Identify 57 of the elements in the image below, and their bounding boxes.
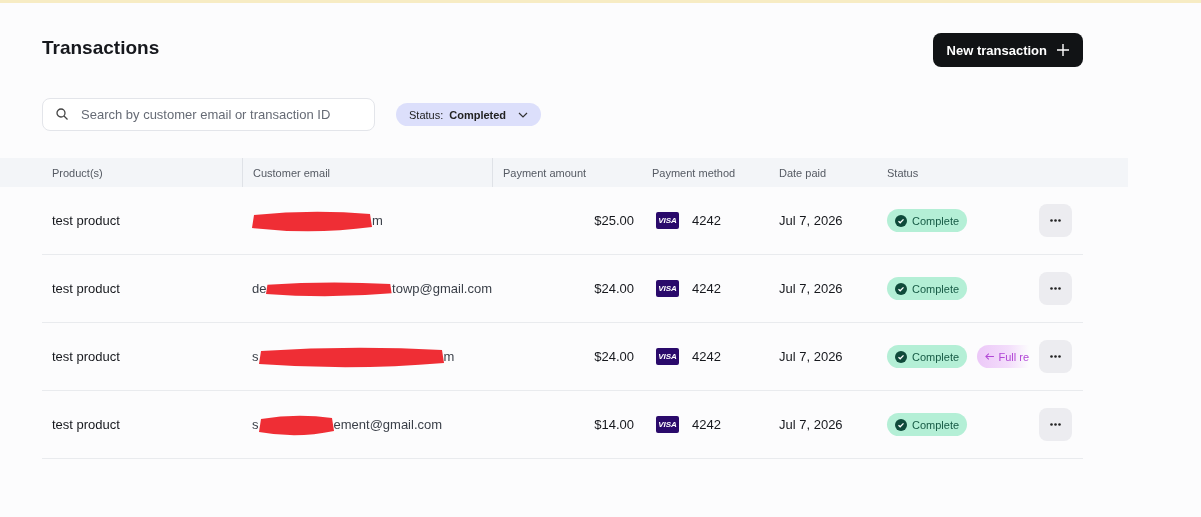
email-text: s [252,349,259,364]
product-cell-text: test product [51,281,121,296]
column-header: Date paid [779,166,827,179]
more-button[interactable] [1039,204,1072,237]
more-button[interactable] [1039,408,1072,441]
search-field[interactable]: Search by customer email or transaction ID [42,98,375,131]
date-cell-text: Jul 7, 2026 [778,213,844,228]
product-cell-text: test product [51,417,121,432]
amount-cell-text: $24.00 [593,281,635,296]
plus-icon [1057,44,1069,56]
column-header: Customer email [253,166,331,179]
date-cell-text: Jul 7, 2026 [778,281,844,296]
refund-badge: Full re [977,345,1029,368]
amount-cell-text: $24.00 [593,349,635,364]
more-icon [1050,287,1061,290]
email-text: towp@gmail.com [392,281,492,296]
card-last4: 4242 [692,281,721,296]
arrow-left-icon [985,352,995,361]
card-brand-logo: VISA [656,212,679,229]
status-badge: Complete [887,277,968,300]
status-badge: Complete [887,413,968,436]
check-circle-icon [895,214,907,227]
column-header: Payment method [652,166,736,179]
email-text: m [443,349,455,364]
email-text: m [372,213,383,228]
card-brand-logo: VISA [656,416,679,433]
card-last4: 4242 [692,417,721,432]
status-badge: Complete [887,345,968,368]
more-icon [1050,219,1061,222]
date-cell-text: Jul 7, 2026 [778,417,844,432]
email-text: s [252,417,259,432]
email-text: ement@gmail.com [333,417,443,432]
status-filter[interactable]: Status: Completed [396,103,542,126]
check-circle-icon [895,418,907,431]
card-last4: 4242 [692,213,721,228]
check-circle-icon [895,350,907,363]
new-transaction-button[interactable]: New transaction [932,33,1083,67]
amount-cell-text: $25.00 [593,213,635,228]
date-cell-text: Jul 7, 2026 [778,349,844,364]
more-icon [1050,423,1061,426]
card-brand-logo: VISA [656,348,679,365]
amount-cell-text: $14.00 [593,417,635,432]
card-brand-logo: VISA [656,280,679,297]
product-cell-text: test product [51,213,121,228]
column-header: Status [887,166,919,179]
card-last4: 4242 [692,349,721,364]
product-cell-text: test product [51,349,121,364]
status-badge: Complete [887,209,968,232]
page-title: Transactions [42,37,160,59]
column-header: Product(s) [52,166,103,179]
email-text: de [252,281,267,296]
more-button[interactable] [1039,272,1072,305]
column-header: Payment amount [503,166,587,179]
more-icon [1050,355,1061,358]
chevron-down-icon [518,111,529,118]
more-button[interactable] [1039,340,1072,373]
check-circle-icon [895,282,907,295]
